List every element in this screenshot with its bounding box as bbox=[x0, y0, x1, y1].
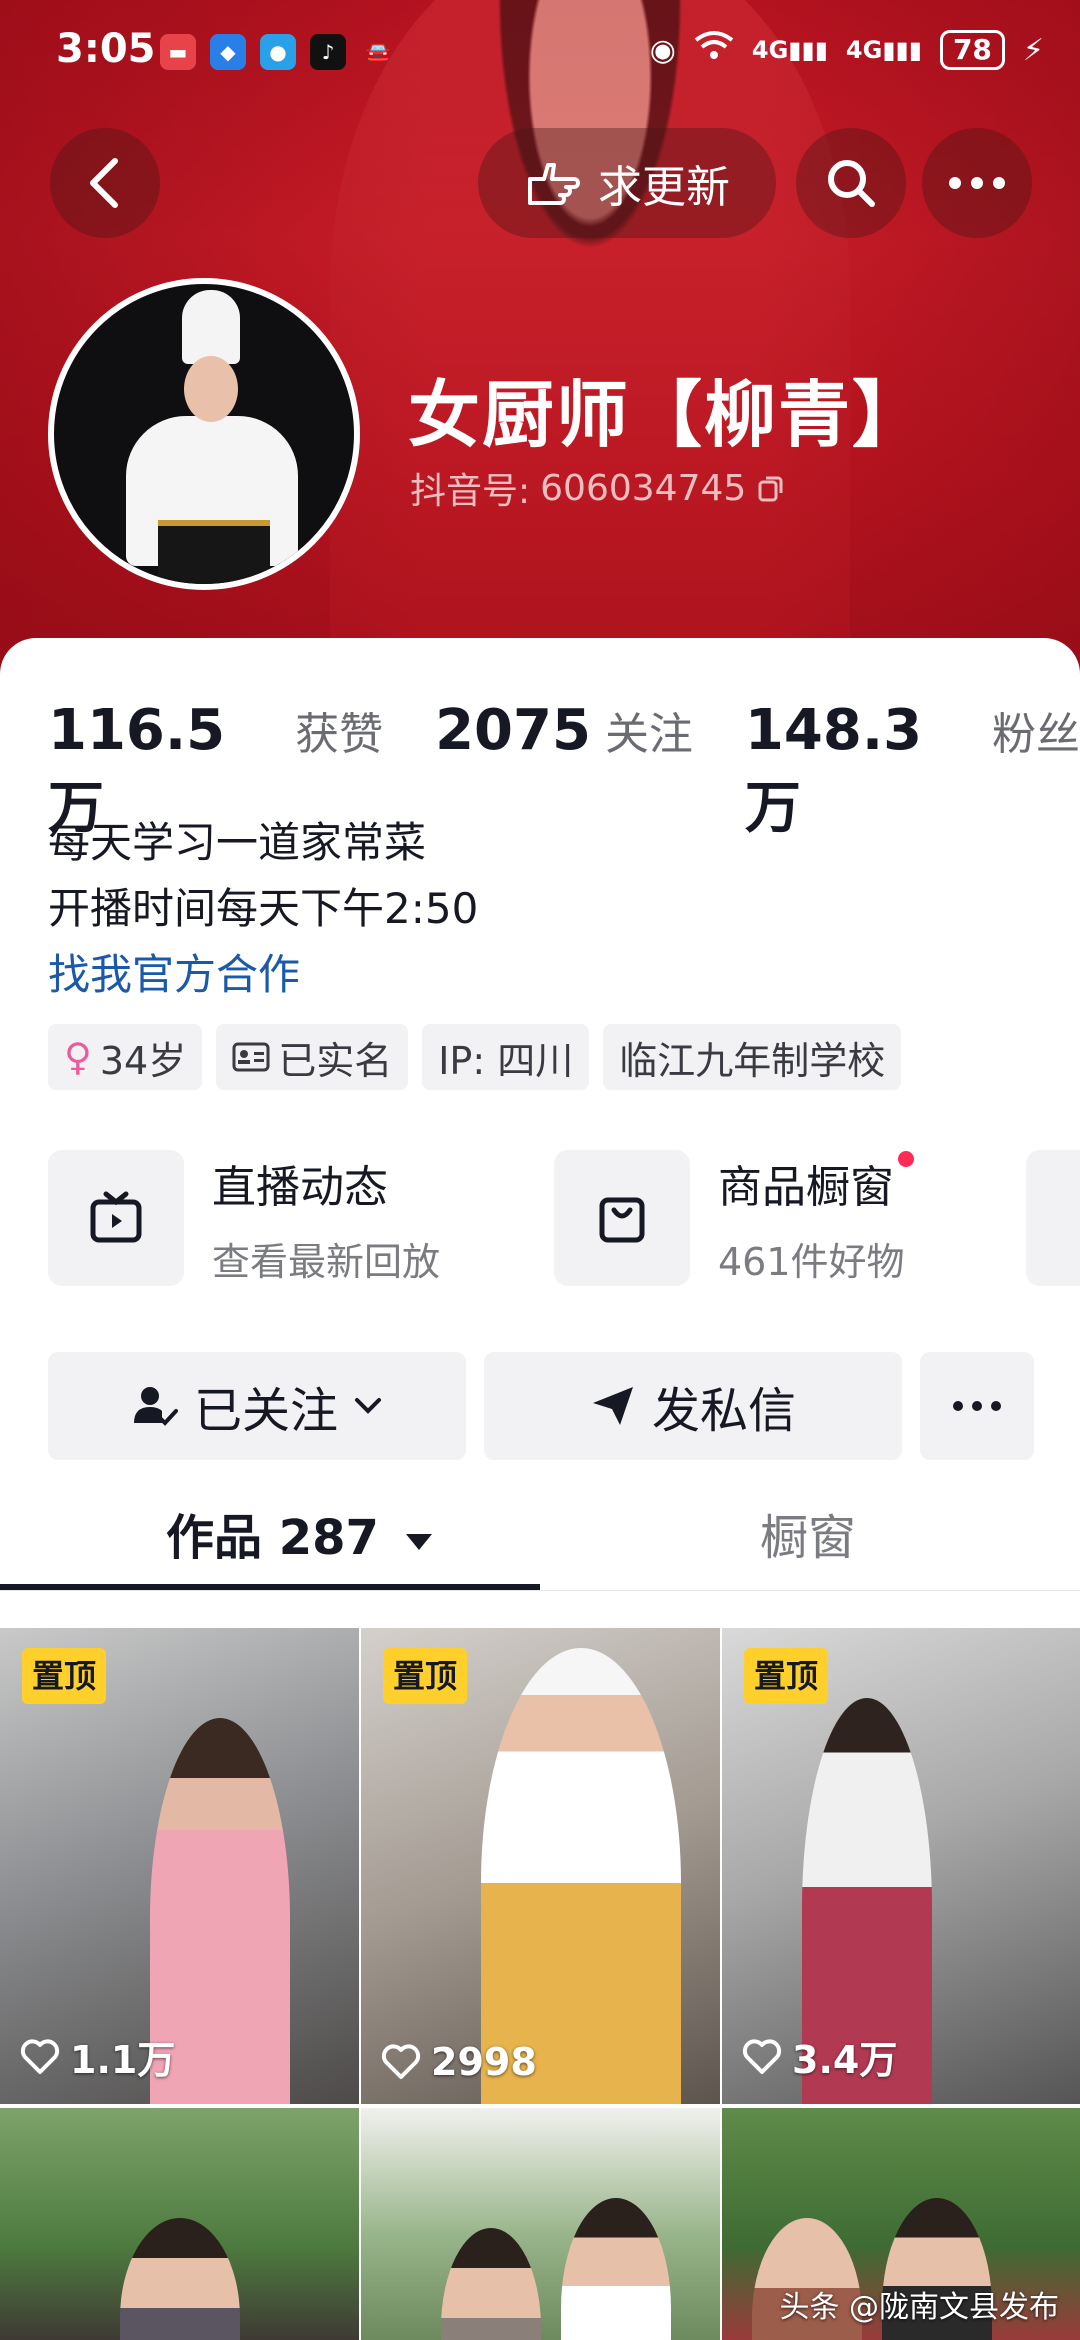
heart-icon bbox=[20, 2038, 60, 2074]
video-thumbnail[interactable]: 置顶 1.1万 bbox=[0, 1628, 359, 2104]
ip-location-tag: IP: 四川 bbox=[422, 1024, 590, 1090]
send-message-button[interactable]: 发私信 bbox=[484, 1352, 902, 1460]
like-count: 2998 bbox=[431, 2040, 537, 2084]
bio: 每天学习一道家常菜 开播时间每天下午2:50 找我官方合作 bbox=[48, 810, 478, 1008]
more-dots-icon bbox=[953, 1401, 1001, 1411]
product-showcase-entry[interactable]: 商品橱窗 461件好物 bbox=[554, 1150, 1060, 1286]
douyin-id-label: 抖音号: bbox=[410, 471, 531, 512]
more-actions-button[interactable] bbox=[920, 1352, 1034, 1460]
age-tag: ♀ 34岁 bbox=[48, 1024, 203, 1090]
school-tag[interactable]: 临江九年制学校 bbox=[603, 1024, 902, 1090]
tab-works[interactable]: 作品 287 bbox=[166, 1498, 436, 1568]
send-message-label: 发私信 bbox=[651, 1383, 796, 1439]
back-button[interactable] bbox=[50, 128, 160, 238]
douyin-id[interactable]: 抖音号: 606034745 bbox=[410, 462, 786, 514]
user-check-icon bbox=[133, 1387, 178, 1426]
copy-icon bbox=[758, 476, 783, 502]
verified-tag: 已实名 bbox=[216, 1024, 409, 1090]
female-icon: ♀ bbox=[64, 1035, 92, 1079]
cooperation-link[interactable]: 找我官方合作 bbox=[48, 942, 478, 1008]
charging-icon: ⚡ bbox=[1022, 32, 1044, 68]
request-update-button[interactable]: 求更新 bbox=[478, 128, 776, 238]
douyin-id-value: 606034745 bbox=[540, 467, 747, 509]
hand-pointer-icon bbox=[528, 163, 580, 205]
signal-4g-icon-2: 4G▮▮▮ bbox=[845, 36, 922, 64]
more-options-button[interactable] bbox=[922, 128, 1032, 238]
action-buttons: 已关注 发私信 bbox=[48, 1352, 1034, 1460]
video-thumbnail[interactable] bbox=[361, 2108, 720, 2340]
following-label[interactable]: 关注 bbox=[605, 698, 693, 762]
profile-banner: 3:05 ▬ ◆ ● ♪ 🚘 ◉ 4G▮▮▮ 4G▮▮▮ 78 ⚡ 求更新 女厨… bbox=[0, 0, 1080, 680]
huawei-app-icon: ▬ bbox=[160, 34, 196, 70]
like-count: 3.4万 bbox=[792, 2038, 898, 2082]
chevron-left-icon bbox=[90, 158, 118, 208]
pinned-badge: 置顶 bbox=[744, 1648, 829, 1704]
followers-label[interactable]: 粉丝 bbox=[992, 698, 1080, 762]
feature-title: 直播动态 bbox=[212, 1161, 388, 1213]
signal-4g-icon: 4G▮▮▮ bbox=[751, 36, 828, 64]
pinned-badge: 置顶 bbox=[383, 1648, 468, 1704]
tab-showcase[interactable]: 橱窗 bbox=[760, 1498, 856, 1568]
search-button[interactable] bbox=[796, 128, 906, 238]
wifi-icon bbox=[694, 30, 734, 70]
video-thumbnail[interactable]: 置顶 3.4万 bbox=[722, 1628, 1080, 2104]
more-features-entry[interactable] bbox=[1026, 1150, 1080, 1286]
status-bar: 3:05 ▬ ◆ ● ♪ 🚘 ◉ 4G▮▮▮ 4G▮▮▮ 78 ⚡ bbox=[0, 0, 1080, 100]
chevron-down-icon bbox=[355, 1398, 381, 1414]
followers-count[interactable]: 148.3万 bbox=[745, 698, 978, 844]
id-card-icon bbox=[232, 1042, 270, 1072]
chat-app-icon: ● bbox=[260, 34, 296, 70]
content-tabs: 作品 287 橱窗 bbox=[0, 1498, 1080, 1591]
avatar[interactable] bbox=[48, 278, 360, 590]
tv-icon bbox=[48, 1150, 184, 1286]
status-time: 3:05 bbox=[56, 26, 156, 72]
more-dots-icon bbox=[949, 177, 1005, 189]
bio-line: 开播时间每天下午2:50 bbox=[48, 884, 479, 933]
shield-app-icon: ◆ bbox=[210, 34, 246, 70]
profile-tags: ♀ 34岁 已实名 IP: 四川 临江九年制学校 bbox=[48, 1024, 902, 1090]
feature-title: 商品橱窗 bbox=[718, 1150, 914, 1215]
following-button-label: 已关注 bbox=[193, 1383, 338, 1439]
feature-subtitle: 461件好物 bbox=[718, 1239, 905, 1284]
search-icon bbox=[828, 160, 875, 207]
likes-label: 获赞 bbox=[295, 709, 384, 760]
battery-icon: 78 bbox=[939, 30, 1005, 70]
live-updates-entry[interactable]: 直播动态 查看最新回放 bbox=[48, 1150, 554, 1286]
douyin-app-icon: ♪ bbox=[310, 34, 346, 70]
video-thumbnail[interactable]: 头条 @陇南文县发布 bbox=[722, 2108, 1080, 2340]
heart-icon bbox=[742, 2038, 782, 2074]
request-update-label: 求更新 bbox=[598, 162, 730, 213]
profile-name: 女厨师【柳青】 bbox=[408, 373, 927, 457]
send-icon bbox=[592, 1387, 633, 1425]
eye-icon: ◉ bbox=[649, 32, 676, 68]
caret-down-icon bbox=[405, 1534, 432, 1550]
video-thumbnail[interactable]: 置顶 2998 bbox=[361, 1628, 720, 2104]
following-button[interactable]: 已关注 bbox=[48, 1352, 466, 1460]
shopping-bag-icon bbox=[554, 1150, 690, 1286]
following-count[interactable]: 2075 bbox=[435, 698, 591, 763]
car-icon: 🚘 bbox=[365, 40, 391, 64]
bio-line: 每天学习一道家常菜 bbox=[48, 818, 427, 867]
feature-entries: 直播动态 查看最新回放 商品橱窗 461件好物 bbox=[48, 1150, 1080, 1286]
video-thumbnail[interactable] bbox=[0, 2108, 359, 2340]
heart-icon bbox=[381, 2044, 421, 2079]
watermark: 头条 @陇南文县发布 bbox=[779, 2290, 1059, 2325]
pinned-badge: 置顶 bbox=[22, 1648, 107, 1704]
notification-dot bbox=[898, 1150, 914, 1167]
feature-subtitle: 查看最新回放 bbox=[212, 1239, 441, 1284]
like-count: 1.1万 bbox=[70, 2038, 176, 2082]
